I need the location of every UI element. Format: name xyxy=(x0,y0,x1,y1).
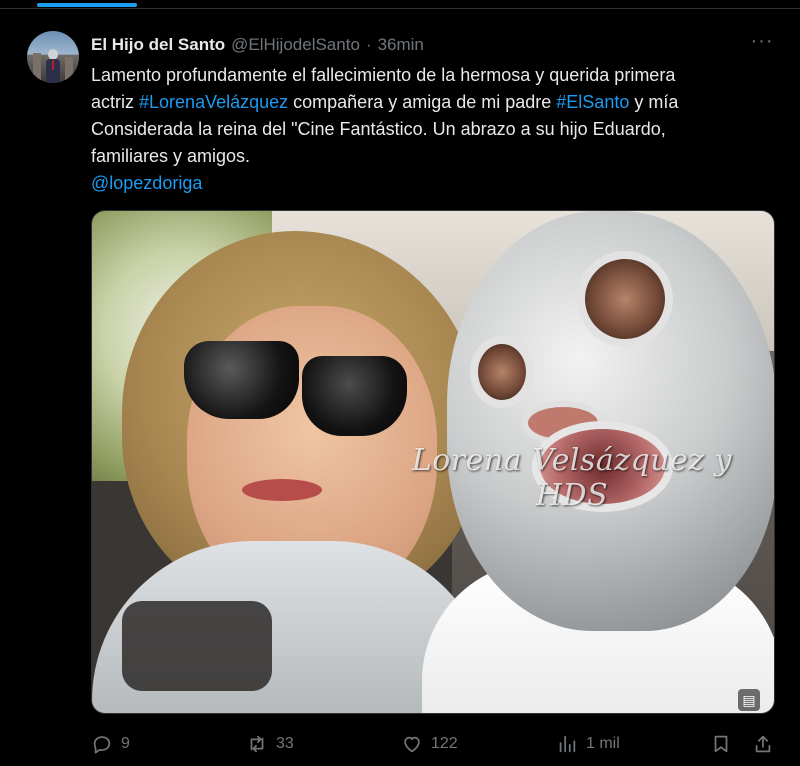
hashtag-link[interactable]: #LorenaVelázquez xyxy=(139,92,288,112)
photo-shirt-print xyxy=(122,601,272,691)
active-tab-indicator xyxy=(37,3,137,7)
tweet-header: El Hijo del Santo @ElHijodelSanto · 36mi… xyxy=(91,34,424,56)
top-divider xyxy=(0,8,800,9)
repost-count: 33 xyxy=(276,735,294,752)
avatar-person xyxy=(46,49,60,83)
bookmark-icon xyxy=(714,735,728,753)
photo-mask-eye xyxy=(470,336,534,408)
display-name[interactable]: El Hijo del Santo xyxy=(91,35,225,55)
photo-watermark: Lorena Velsázquez y HDS xyxy=(411,443,733,513)
action-bar: 9 33 122 1 mil xyxy=(0,724,800,764)
photo-sunglasses xyxy=(302,356,407,436)
like-count: 122 xyxy=(431,735,458,752)
like-icon xyxy=(404,736,420,753)
avatar-building xyxy=(33,53,41,83)
tweet-text-line: Considerada la reina del "Cine Fantástic… xyxy=(91,119,666,139)
share-button[interactable] xyxy=(752,732,774,756)
views-count: 1 mil xyxy=(586,735,620,752)
views-button[interactable]: 1 mil xyxy=(556,732,620,756)
photo-mask-eye xyxy=(577,251,673,347)
tweet-text-line: Lamento profundamente el fallecimiento d… xyxy=(91,65,676,85)
reply-icon xyxy=(93,736,111,754)
tweet-text-line: familiares y amigos. xyxy=(91,146,251,166)
tweet-text-line: actriz #LorenaVelázquez compañera y amig… xyxy=(91,92,679,112)
tweet-text: Lamento profundamente el fallecimiento d… xyxy=(91,62,781,197)
bookmark-button[interactable] xyxy=(710,732,732,756)
user-handle[interactable]: @ElHijodelSanto xyxy=(231,35,360,55)
separator-dot: · xyxy=(365,35,372,54)
hashtag-link[interactable]: #ElSanto xyxy=(556,92,629,112)
share-icon xyxy=(755,735,771,753)
like-button[interactable]: 122 xyxy=(401,732,458,756)
tweet-photo[interactable]: Lorena Velsázquez y HDS ▤ xyxy=(91,210,775,714)
top-bar xyxy=(0,0,800,10)
repost-icon xyxy=(250,735,264,753)
avatar[interactable] xyxy=(27,31,79,83)
image-text-icon[interactable]: ▤ xyxy=(738,689,760,711)
repost-button[interactable]: 33 xyxy=(246,732,294,756)
tweet[interactable]: El Hijo del Santo @ElHijodelSanto · 36mi… xyxy=(0,10,800,766)
reply-count: 9 xyxy=(121,735,130,752)
reply-button[interactable]: 9 xyxy=(91,732,130,756)
timestamp[interactable]: 36min xyxy=(378,35,424,55)
views-icon xyxy=(559,735,576,753)
avatar-building xyxy=(65,57,73,83)
photo-woman-smile xyxy=(242,479,322,501)
photo-sunglasses xyxy=(184,341,299,419)
more-icon[interactable]: ··· xyxy=(748,31,776,56)
mention-link[interactable]: @lopezdoriga xyxy=(91,173,202,193)
